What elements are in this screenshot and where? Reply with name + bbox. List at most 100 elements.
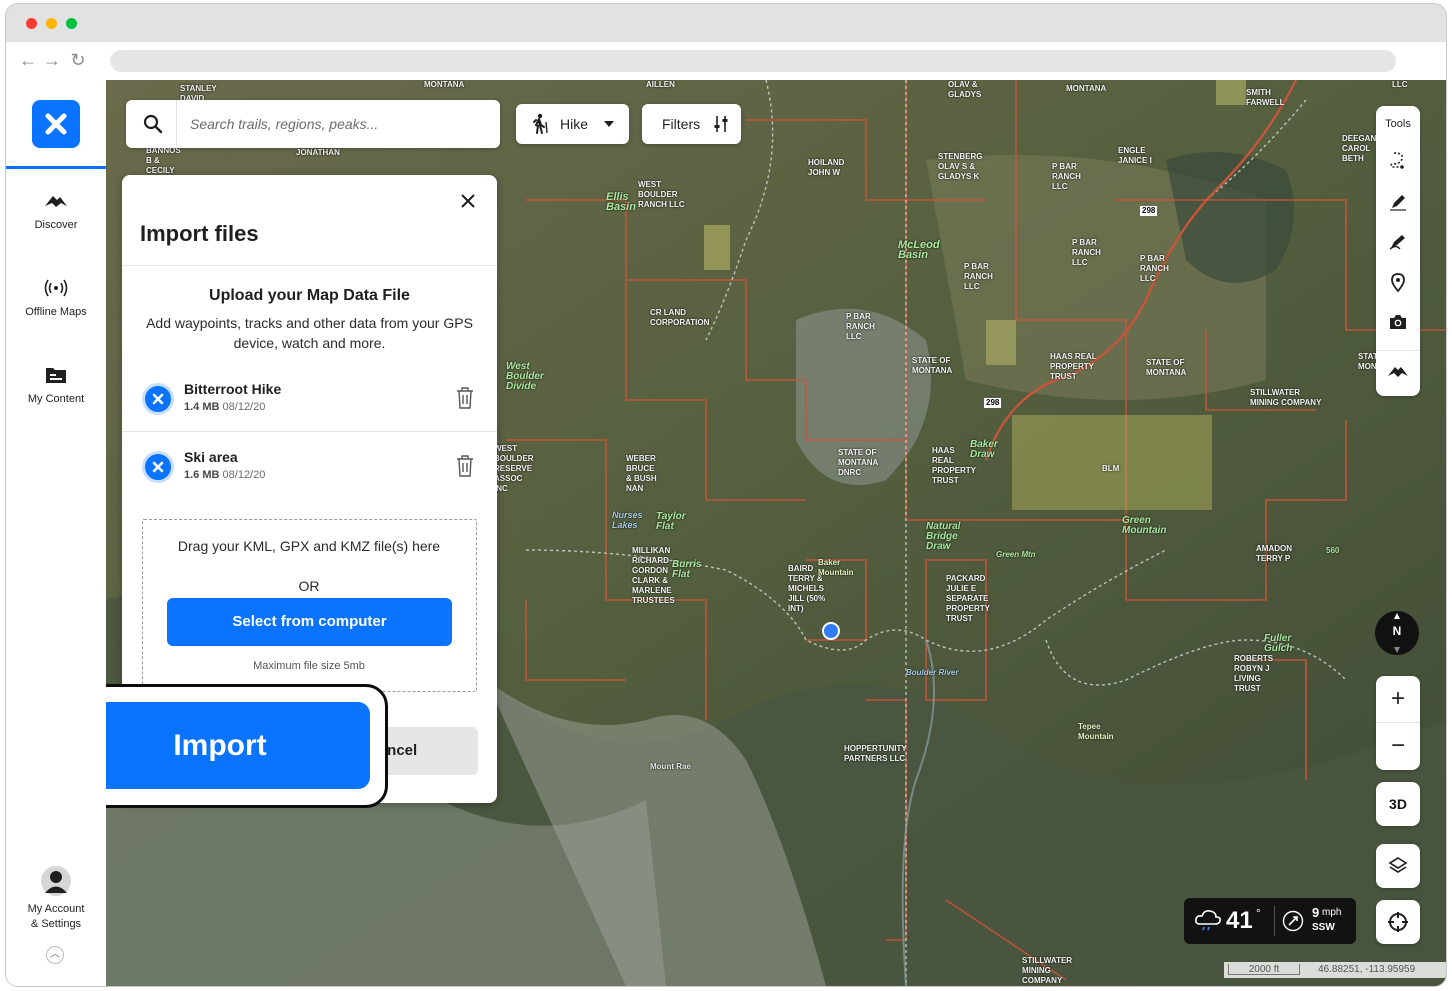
- search-input[interactable]: Search trails, regions, peaks...: [190, 116, 378, 132]
- map-label: Burris Flat: [672, 559, 702, 580]
- map-label: WEST BOULDER RANCH LLC: [638, 180, 685, 209]
- map-label: STILLWATER MINING COMPANY: [1250, 388, 1322, 407]
- select-from-computer-button[interactable]: Select from computer: [167, 598, 452, 646]
- trash-icon[interactable]: [456, 387, 474, 409]
- logo-underline: [6, 166, 106, 169]
- upload-title: Upload your Map Data File: [209, 287, 410, 304]
- filters-button[interactable]: Filters: [642, 104, 741, 144]
- compass-north-arrow: [1394, 613, 1400, 619]
- back-arrow-icon[interactable]: ←: [18, 50, 38, 70]
- import-button[interactable]: Import: [106, 702, 370, 789]
- crosshair-icon: [1388, 912, 1408, 932]
- map-label: Green Mountain: [1122, 515, 1167, 536]
- max-file-size-note: Maximum file size 5mb: [253, 660, 365, 672]
- file-item: Bitterroot Hike 1.4 MB 08/12/20: [122, 375, 497, 435]
- address-bar[interactable]: [110, 50, 1396, 72]
- app-logo[interactable]: [32, 100, 80, 148]
- compass-button[interactable]: N: [1375, 611, 1419, 655]
- close-icon: [152, 393, 164, 405]
- scale-label: 2000 ft: [1228, 964, 1300, 975]
- toggle-3d-button[interactable]: 3D: [1376, 782, 1420, 826]
- map-label: HAAS REAL PROPERTY TRUST: [1050, 352, 1097, 381]
- maximize-window-button[interactable]: [66, 18, 77, 29]
- sidebar-item-my-content[interactable]: My Content: [6, 364, 106, 407]
- folder-icon: [46, 368, 66, 383]
- camera-icon[interactable]: [1388, 312, 1408, 332]
- account-label-line1: My Account: [27, 903, 85, 915]
- map-label: Nurses Lakes: [612, 510, 643, 530]
- map-label: Baker Mountain: [818, 558, 854, 577]
- map-label: 298: [984, 398, 1002, 408]
- remove-file-button[interactable]: [142, 383, 174, 415]
- sidebar-item-label: Offline Maps: [25, 306, 87, 318]
- map-label: BANNOS B & CECILY: [146, 146, 181, 175]
- file-size: 1.4 MB: [184, 401, 220, 413]
- map-label: P BAR RANCH LLC: [1052, 162, 1081, 191]
- collapse-chevron-icon[interactable]: ︿: [46, 946, 64, 964]
- sidebar-item-account[interactable]: My Account & Settings: [6, 866, 106, 932]
- map-label: STILLWATER MINING COMPANY: [1022, 956, 1073, 985]
- map-label: OLAV & GLADYS: [948, 80, 982, 99]
- sidebar-item-discover[interactable]: Discover: [6, 190, 106, 233]
- map-label: STATE OF MONTANA: [1146, 358, 1187, 377]
- file-meta: 1.6 MB 08/12/20: [184, 469, 265, 481]
- forward-arrow-icon[interactable]: →: [42, 50, 62, 70]
- map-label: HOILAND JOHN W: [808, 158, 845, 177]
- map-label: STATE OF MONTANA: [912, 356, 953, 375]
- map-label: ROBERTS ROBYN J LIVING TRUST: [1234, 654, 1274, 693]
- map-label: Mount Rae: [650, 762, 691, 771]
- tools-separator: [1376, 350, 1420, 351]
- close-icon[interactable]: [458, 191, 478, 211]
- trash-icon[interactable]: [456, 455, 474, 477]
- layers-button[interactable]: [1376, 844, 1420, 888]
- zoom-out-button[interactable]: −: [1376, 723, 1420, 769]
- close-window-button[interactable]: [26, 18, 37, 29]
- map-label: P BAR RANCH LLC: [846, 312, 875, 341]
- map-label: West Boulder Divide: [506, 361, 544, 392]
- map-canvas[interactable]: STANLEY DAVID MONTANA AILLEN OLAV & GLAD…: [106, 80, 1446, 986]
- file-item: Ski area 1.6 MB 08/12/20: [122, 443, 497, 503]
- file-date: 08/12/20: [222, 469, 266, 481]
- close-icon: [152, 461, 164, 473]
- map-label: HOPPERTUNITY PARTNERS LLC: [844, 744, 907, 763]
- tools-panel: Tools: [1376, 106, 1420, 396]
- map-label: McLeod Basin: [898, 239, 940, 261]
- map-label: STATE OF MONTANA DNRC: [838, 448, 878, 477]
- minimize-window-button[interactable]: [46, 18, 57, 29]
- dialog-title: Import files: [140, 221, 259, 246]
- file-date: 08/12/20: [222, 401, 266, 413]
- route-draw-icon[interactable]: [1388, 150, 1408, 170]
- activity-dropdown[interactable]: Hike: [516, 104, 629, 144]
- map-label: BLM: [1102, 464, 1120, 473]
- wind-direction-icon: [1282, 910, 1304, 932]
- search-box[interactable]: Search trails, regions, peaks...: [126, 100, 500, 148]
- file-drop-zone[interactable]: Drag your KML, GPX and KMZ file(s) here …: [142, 519, 477, 692]
- activity-label: Hike: [560, 116, 589, 132]
- area-draw-icon[interactable]: [1388, 232, 1408, 252]
- recenter-button[interactable]: [1376, 900, 1420, 944]
- wind-speed: 9: [1312, 905, 1320, 920]
- scale-bar: 2000 ft 46.88251, -113.95959: [1224, 962, 1446, 978]
- pencil-icon[interactable]: [1388, 192, 1408, 212]
- sidebar-item-offline-maps[interactable]: Offline Maps: [6, 277, 106, 320]
- offline-signal-icon: [44, 279, 68, 297]
- zoom-control: + −: [1376, 676, 1420, 770]
- weather-temp: 41: [1226, 907, 1253, 934]
- remove-file-button[interactable]: [142, 451, 174, 483]
- location-pin-icon[interactable]: [1388, 272, 1408, 292]
- upload-description: Add waypoints, tracks and other data fro…: [146, 315, 473, 351]
- map-label: Baker Draw: [970, 439, 998, 460]
- file-meta: 1.4 MB 08/12/20: [184, 401, 265, 413]
- compass-label: N: [1392, 624, 1402, 638]
- file-size: 1.6 MB: [184, 469, 220, 481]
- weather-widget[interactable]: 41 ° 9 mph SSW: [1184, 898, 1356, 944]
- hiker-icon: [533, 113, 548, 134]
- reload-icon[interactable]: ↻: [68, 50, 88, 70]
- sidebar-item-label: My Content: [27, 393, 85, 405]
- map-label: Tepee Mountain: [1078, 722, 1114, 741]
- dialog-divider: [122, 265, 497, 266]
- terrain-view-icon[interactable]: [1386, 362, 1410, 382]
- zoom-in-button[interactable]: +: [1376, 676, 1420, 722]
- map-label: P BAR RANCH LLC: [1140, 254, 1169, 283]
- map-label: HAAS REAL PROPERTY TRUST: [932, 446, 976, 485]
